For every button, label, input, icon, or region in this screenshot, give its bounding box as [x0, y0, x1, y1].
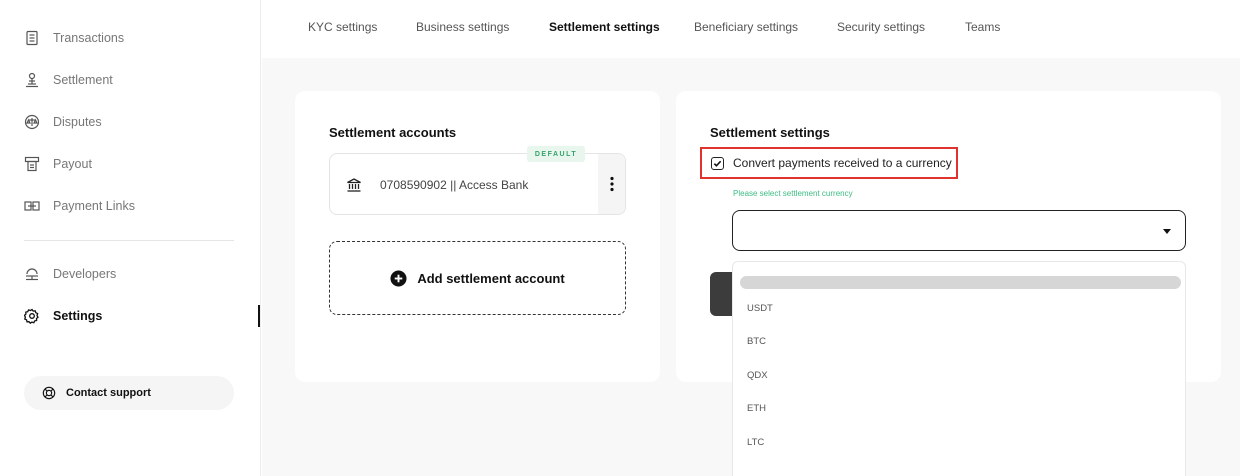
sidebar-item-label: Payout [53, 157, 92, 171]
check-icon [713, 159, 722, 168]
kebab-menu-icon [609, 176, 614, 192]
caret-down-icon [1163, 229, 1171, 234]
sidebar: Transactions Settlement Disputes Payout … [0, 0, 261, 476]
default-badge: DEFAULT [527, 146, 585, 162]
dropdown-search-bar[interactable] [740, 276, 1181, 289]
sidebar-item-label: Developers [53, 267, 117, 281]
sidebar-item-settlement[interactable]: Settlement [24, 72, 113, 88]
tab-security-settings[interactable]: Security settings [837, 20, 925, 34]
convert-payments-checkbox[interactable] [711, 156, 724, 170]
convert-payments-label: Convert payments received to a currency [733, 156, 952, 170]
add-settlement-account-button[interactable]: Add settlement account [329, 241, 626, 315]
settlement-settings-title: Settlement settings [710, 125, 830, 140]
sidebar-item-disputes[interactable]: Disputes [24, 114, 102, 130]
currency-option-qdx[interactable]: QDX [747, 370, 768, 381]
sidebar-item-label: Transactions [53, 31, 125, 45]
tab-kyc-settings[interactable]: KYC settings [308, 20, 377, 34]
contact-support-button[interactable]: Contact support [24, 376, 234, 410]
user-stand-icon [24, 72, 40, 88]
lifebuoy-icon [42, 386, 56, 400]
settlement-accounts-title: Settlement accounts [329, 125, 457, 140]
convert-payments-option: Convert payments received to a currency [700, 147, 958, 179]
currency-dropdown-menu: USDT BTC QDX ETH LTC [732, 261, 1186, 476]
sidebar-item-label: Payment Links [53, 199, 135, 213]
plus-circle-icon [390, 269, 407, 287]
gear-icon [24, 308, 40, 324]
tab-teams[interactable]: Teams [965, 20, 1000, 34]
sidebar-divider [24, 240, 234, 241]
add-settlement-account-label: Add settlement account [417, 270, 565, 286]
account-options-button[interactable] [598, 154, 625, 214]
currency-option-usdt[interactable]: USDT [747, 303, 773, 314]
settlement-currency-select[interactable] [732, 210, 1186, 251]
currency-option-btc[interactable]: BTC [747, 336, 766, 347]
developers-icon [24, 266, 40, 282]
link-icon [24, 198, 40, 214]
currency-option-eth[interactable]: ETH [747, 403, 766, 414]
active-nav-indicator [258, 305, 260, 327]
sidebar-item-label: Settlement [53, 73, 113, 87]
sidebar-item-settings[interactable]: Settings [24, 308, 102, 324]
sidebar-item-label: Settings [53, 309, 103, 323]
tab-beneficiary-settings[interactable]: Beneficiary settings [694, 20, 798, 34]
scale-icon [24, 114, 40, 130]
bank-icon [346, 177, 362, 193]
sidebar-item-payment-links[interactable]: Payment Links [24, 198, 135, 214]
tab-business-settings[interactable]: Business settings [416, 20, 509, 34]
sidebar-item-developers[interactable]: Developers [24, 266, 116, 282]
currency-option-ltc[interactable]: LTC [747, 437, 764, 448]
currency-hint: Please select settlement currency [733, 189, 853, 198]
settings-tabs: KYC settings Business settings Settlemen… [262, 0, 1240, 58]
tab-settlement-settings[interactable]: Settlement settings [549, 20, 660, 34]
receipt-icon [24, 30, 40, 46]
contact-support-label: Contact support [66, 387, 151, 399]
payout-icon [24, 156, 40, 172]
account-details: 0708590902 || Access Bank [380, 178, 529, 192]
sidebar-item-payout[interactable]: Payout [24, 156, 92, 172]
sidebar-item-label: Disputes [53, 115, 102, 129]
sidebar-item-transactions[interactable]: Transactions [24, 30, 124, 46]
